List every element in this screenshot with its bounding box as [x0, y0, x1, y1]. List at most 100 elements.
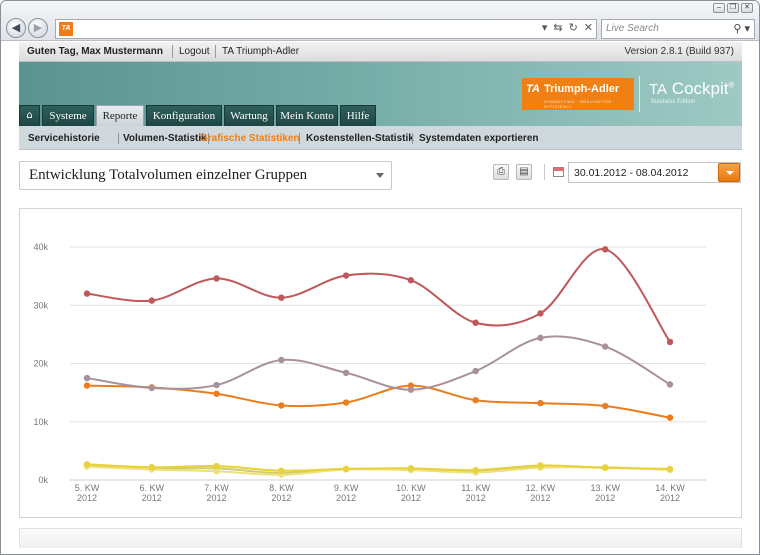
x-tick-label: 12. KW [526, 483, 556, 493]
subnav-servicehistorie[interactable]: Servicehistorie [28, 133, 100, 144]
x-tick-label: 11. KW [461, 483, 490, 493]
date-range-value: 30.01.2012 - 08.04.2012 [574, 167, 689, 179]
x-tick-label: 6. KW [140, 483, 165, 493]
x-tick-label: 7. KW [204, 483, 229, 493]
y-tick-label: 20k [33, 359, 48, 369]
data-point [666, 338, 674, 346]
logo-name: Triumph-Adler [544, 83, 620, 95]
dropdown-arrow-icon[interactable]: ▾ [542, 21, 548, 34]
data-point [342, 465, 350, 473]
search-placeholder: Live Search [606, 23, 659, 34]
tab-konfiguration[interactable]: Konfiguration [146, 105, 222, 126]
tab-mein-konto[interactable]: Mein Konto [276, 105, 338, 126]
data-point [213, 462, 220, 470]
x-tick-label: 10. KW [396, 483, 426, 493]
data-point [472, 367, 479, 375]
data-point [407, 386, 415, 393]
data-point [342, 272, 350, 279]
ta-favicon-icon: TA [59, 22, 73, 36]
divider [412, 133, 413, 144]
search-icon[interactable]: ⚲ ▾ [733, 22, 750, 35]
data-point [83, 290, 91, 297]
product-logo: TA Cockpit® Business Edition [649, 79, 734, 105]
refresh-icon[interactable]: ↻ [569, 21, 578, 34]
x-tick-label: 2012 [271, 493, 291, 503]
product-name: Cockpit [671, 79, 729, 98]
data-point [213, 275, 220, 282]
data-point [83, 461, 91, 468]
data-point [537, 334, 544, 342]
live-search-input[interactable]: Live Search ⚲ ▾ [601, 19, 755, 39]
stop-icon[interactable]: ✕ [584, 21, 593, 34]
product-prefix: TA [649, 81, 668, 98]
subnav-volumen-statistik[interactable]: Volumen-Statistik [123, 133, 207, 144]
date-range-field[interactable]: 30.01.2012 - 08.04.2012 [568, 162, 741, 183]
minimize-icon[interactable]: – [713, 3, 725, 13]
data-point [472, 466, 479, 474]
logout-link[interactable]: Logout [179, 46, 210, 57]
data-point [148, 297, 155, 304]
print-icon[interactable]: ⎙ [493, 164, 509, 180]
data-point [537, 310, 544, 317]
data-point [666, 381, 674, 388]
home-icon: ⌂ [26, 110, 33, 121]
back-icon[interactable]: ◀ [6, 18, 26, 38]
data-point [472, 319, 479, 326]
data-point [278, 467, 285, 474]
compatibility-icon[interactable]: ⇆ [553, 21, 562, 34]
y-tick-label: 10k [33, 417, 48, 427]
divider [118, 133, 119, 144]
subnav-grafische-statistiken[interactable]: Grafische Statistiken [200, 133, 299, 144]
y-tick-label: 40k [33, 242, 48, 252]
tab-wartung[interactable]: Wartung [224, 105, 274, 126]
tab-reporte[interactable]: Reporte [96, 105, 144, 126]
data-point [278, 356, 285, 364]
data-point [666, 465, 674, 473]
data-point [213, 390, 220, 397]
x-tick-label: 9. KW [334, 483, 359, 493]
export-icon[interactable]: ▤ [516, 164, 532, 180]
divider [299, 133, 300, 144]
x-tick-label: 2012 [530, 493, 550, 503]
data-point [407, 465, 415, 472]
subnav-kostenstellen-statistik[interactable]: Kostenstellen-Statistik [306, 133, 414, 144]
data-point [83, 374, 91, 382]
home-tab[interactable]: ⌂ [19, 105, 40, 126]
date-range-dropdown-button[interactable] [718, 163, 740, 182]
browser-window: – ❐ ✕ ◀ ▶ TA ▾ ⇆ ↻ ✕ Live Search ⚲ ▾ Gut… [0, 0, 760, 555]
x-tick-label: 2012 [207, 493, 227, 503]
data-point [602, 402, 609, 410]
divider [544, 164, 545, 180]
x-tick-label: 14. KW [655, 483, 685, 493]
user-bar: Guten Tag, Max Mustermann Logout TA Triu… [19, 42, 742, 62]
data-point [407, 277, 415, 284]
data-point [148, 384, 155, 392]
chevron-down-icon [376, 173, 384, 178]
data-point [666, 414, 674, 421]
data-point [602, 343, 609, 350]
forward-icon[interactable]: ▶ [28, 18, 48, 38]
logo-tagline: CONSULTING · REALISATION · EFFICIENCY [544, 99, 616, 109]
calendar-icon[interactable] [553, 167, 564, 177]
data-point [83, 382, 91, 389]
x-tick-label: 5. KW [75, 483, 100, 493]
close-icon[interactable]: ✕ [741, 3, 753, 13]
data-point [148, 463, 155, 471]
divider [172, 45, 173, 58]
company-link[interactable]: TA Triumph-Adler [222, 46, 299, 57]
restore-icon[interactable]: ❐ [727, 3, 739, 13]
series-line [86, 248, 671, 343]
x-tick-label: 2012 [77, 493, 97, 503]
tab-systeme[interactable]: Systeme [42, 105, 94, 126]
data-point [342, 399, 350, 406]
address-bar[interactable]: TA ▾ ⇆ ↻ ✕ [55, 19, 597, 39]
report-select[interactable]: Entwicklung Totalvolumen einzelner Grupp… [19, 161, 392, 190]
window-controls: – ❐ ✕ [713, 3, 753, 13]
subnav-systemdaten-exportieren[interactable]: Systemdaten exportieren [419, 133, 539, 144]
tab-hilfe[interactable]: Hilfe [340, 105, 376, 126]
x-tick-label: 2012 [466, 493, 486, 503]
divider [215, 45, 216, 58]
sub-navigation: Servicehistorie Volumen-Statistik Grafis… [19, 126, 742, 150]
data-point [537, 399, 544, 407]
x-tick-label: 2012 [142, 493, 162, 503]
